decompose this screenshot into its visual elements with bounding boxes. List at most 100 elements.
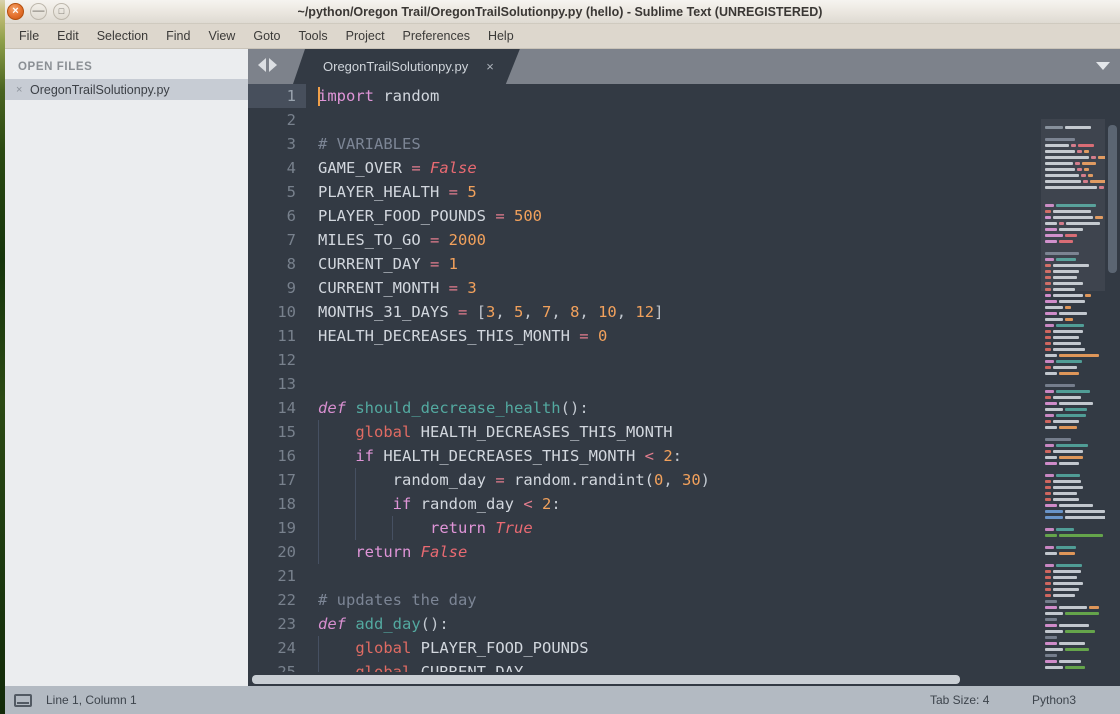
minimap-token (1045, 156, 1089, 160)
code-token: return (429, 519, 486, 537)
minimap-token (1045, 258, 1054, 262)
line-number: 11 (277, 327, 296, 345)
tab-close-icon[interactable]: × (486, 59, 494, 74)
menu-item-find[interactable]: Find (157, 24, 199, 49)
minimap-token (1088, 174, 1093, 178)
sidebar: OPEN FILES × OregonTrailSolutionpy.py (0, 49, 248, 686)
code-line: PLAYER_FOOD_POUNDS = 500 (306, 204, 1041, 228)
code-token: 7 (542, 303, 552, 321)
minimap-token (1059, 354, 1099, 358)
menu-item-project[interactable]: Project (337, 24, 394, 49)
minimap-token (1045, 474, 1054, 478)
minimap-token (1059, 642, 1085, 646)
minimap-token (1065, 516, 1105, 520)
code-token: global (355, 423, 412, 441)
sublime-text-window: × — □ ~/python/Oregon Trail/OregonTrailS… (0, 0, 1120, 714)
menu-item-goto[interactable]: Goto (244, 24, 289, 49)
minimap-token (1065, 612, 1099, 616)
minimap-token (1045, 204, 1054, 208)
tab-scroll-arrows[interactable] (258, 58, 277, 72)
minimap-token (1045, 450, 1051, 454)
close-file-icon[interactable]: × (16, 84, 30, 96)
indent-guide (318, 636, 319, 660)
code-token: [ (476, 303, 487, 321)
close-window-button[interactable]: × (7, 3, 24, 20)
minimap-token (1065, 234, 1077, 238)
menu-item-tools[interactable]: Tools (289, 24, 336, 49)
line-number: 24 (277, 639, 296, 657)
open-file-item[interactable]: × OregonTrailSolutionpy.py (0, 79, 248, 100)
minimap-token (1053, 588, 1079, 592)
horizontal-scrollbar[interactable] (248, 672, 1120, 686)
indent-guide (318, 516, 319, 540)
code-token: : (551, 495, 561, 513)
minimap-token (1059, 462, 1079, 466)
status-bar: Line 1, Column 1 Tab Size: 4 Python3 (0, 686, 1120, 714)
tab-oregontrailsolutionpy-py[interactable]: OregonTrailSolutionpy.py × (293, 49, 520, 84)
line-number: 19 (277, 519, 296, 537)
line-number: 15 (277, 423, 296, 441)
menu-item-selection[interactable]: Selection (88, 24, 157, 49)
close-icon: × (12, 5, 19, 17)
chevron-down-icon[interactable] (1096, 62, 1110, 70)
line-number: 7 (286, 231, 296, 249)
editor-pane: OregonTrailSolutionpy.py × 1 2 3 4 5 6 7 8 9 10 11… (248, 49, 1120, 686)
code-token: < (644, 447, 654, 465)
minimap-token (1065, 510, 1105, 514)
line-number: 12 (277, 351, 296, 369)
minimap-token (1045, 510, 1063, 514)
maximize-window-button[interactable]: □ (53, 3, 70, 20)
minimap-token (1098, 156, 1105, 160)
menu-item-view[interactable]: View (199, 24, 244, 49)
code-token: 3 (467, 279, 477, 297)
menu-item-help[interactable]: Help (479, 24, 523, 49)
status-tab-size[interactable]: Tab Size: 4 (930, 693, 989, 707)
code-token: add_day (355, 615, 421, 633)
minimap-token (1065, 630, 1095, 634)
code-token: : (672, 447, 683, 465)
horizontal-scrollbar-thumb[interactable] (252, 675, 960, 684)
code-token: 30 (682, 471, 701, 489)
minimap-token (1045, 300, 1057, 304)
tab-label: OregonTrailSolutionpy.py (323, 59, 469, 74)
code-token: MONTHS_31_DAYS (318, 303, 458, 321)
minimize-window-button[interactable]: — (30, 3, 47, 20)
minimap-token (1053, 294, 1083, 298)
sidebar-section-header: OPEN FILES (18, 61, 93, 73)
arrow-right-icon[interactable] (269, 58, 277, 72)
status-syntax-mode[interactable]: Python3 (1032, 693, 1076, 707)
indent-guide (392, 516, 394, 540)
minimap-token (1045, 648, 1063, 652)
minimap-token (1045, 612, 1063, 616)
arrow-left-icon[interactable] (258, 58, 266, 72)
menu-item-preferences[interactable]: Preferences (394, 24, 479, 49)
minimap-token (1056, 564, 1082, 568)
code-token: GAME_OVER (318, 159, 412, 177)
menu-item-edit[interactable]: Edit (48, 24, 88, 49)
line-number: 8 (286, 255, 296, 273)
console-toggle-icon[interactable] (14, 693, 32, 707)
code-line: HEALTH_DECREASES_THIS_MONTH = 0 (306, 324, 1041, 348)
minimap-token (1045, 288, 1051, 292)
minimap-token (1045, 348, 1051, 352)
vertical-scrollbar[interactable] (1105, 119, 1120, 686)
minimap[interactable] (1041, 119, 1105, 686)
code-text-area[interactable]: import random # VARIABLES GAME_OVER = Fals… (306, 84, 1041, 686)
minimap-token (1059, 660, 1081, 664)
minimap-token (1053, 342, 1081, 346)
vertical-scrollbar-thumb[interactable] (1108, 125, 1117, 273)
code-line: MONTHS_31_DAYS = [3, 5, 7, 8, 10, 12] (306, 300, 1041, 324)
minimap-token (1045, 594, 1051, 598)
minimap-token (1045, 294, 1051, 298)
line-number: 13 (277, 375, 296, 393)
menu-item-file[interactable]: File (10, 24, 48, 49)
code-token: 8 (570, 303, 580, 321)
